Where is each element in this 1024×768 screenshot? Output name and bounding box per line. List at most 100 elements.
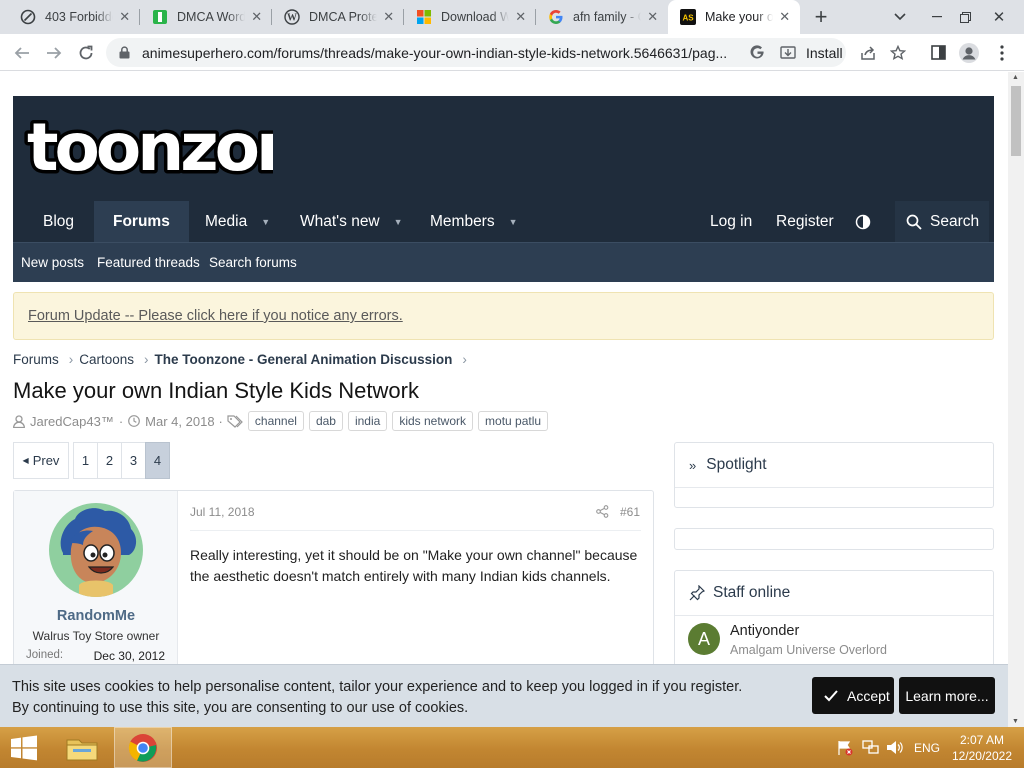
scroll-up-arrow-icon[interactable]: ▲ [1012, 74, 1019, 81]
logo-text: toonzone [27, 109, 273, 186]
scrollbar-thumb[interactable] [1011, 86, 1021, 156]
google-lens-icon[interactable] [750, 45, 765, 60]
prev-page-button[interactable]: ◀ Prev [13, 442, 69, 479]
pin-icon [689, 585, 705, 601]
page-link[interactable]: 1 [73, 442, 98, 479]
learn-more-button[interactable]: Learn more... [899, 677, 995, 714]
tab-title: 403 Forbidden [45, 10, 113, 24]
post-number[interactable]: #61 [620, 505, 640, 519]
post-username[interactable]: RandomMe [14, 608, 178, 624]
bookmark-star-icon[interactable] [886, 34, 910, 71]
share-icon[interactable] [856, 34, 880, 71]
system-clock[interactable]: 2:07 AM 12/20/2022 [952, 732, 1012, 764]
network-icon[interactable] [860, 727, 880, 768]
tab-close-icon[interactable]: ✕ [513, 9, 528, 25]
install-icon[interactable] [780, 45, 796, 60]
tag-channel[interactable]: channel [247, 411, 304, 431]
tab-close-icon[interactable]: ✕ [249, 9, 264, 25]
tab-title: afn family - Google [573, 10, 641, 24]
page-scrollbar[interactable]: ▲ ▼ [1008, 72, 1024, 727]
sub-nav: New posts Featured threads Search forums [13, 242, 994, 282]
browser-tab[interactable]: Download Windows ✕ [404, 0, 536, 34]
subnav-featured-threads[interactable]: Featured threads [97, 255, 200, 270]
style-toggle-icon[interactable] [855, 201, 871, 242]
post-user-title: Walrus Toy Store owner [32, 629, 160, 643]
browser-tab[interactable]: afn family - Google ✕ [536, 0, 668, 34]
thread-date[interactable]: Mar 4, 2018 [145, 414, 214, 429]
lock-icon[interactable] [119, 46, 130, 59]
chevron-down-icon[interactable]: ▼ [394, 217, 403, 227]
new-tab-icon[interactable]: + [808, 0, 834, 34]
forward-icon[interactable] [40, 34, 68, 71]
chrome-taskbar-icon[interactable] [114, 727, 172, 768]
browser-tab[interactable]: DMCA WordPress ✕ [140, 0, 272, 34]
toonzone-logo[interactable]: toonzone toonzone [21, 102, 274, 190]
page-link[interactable]: 3 [121, 442, 146, 479]
subnav-search-forums[interactable]: Search forums [209, 255, 297, 270]
chevron-right-icon: › [462, 352, 467, 367]
breadcrumb-item[interactable]: Forums [13, 352, 59, 367]
page-title: Make your own Indian Style Kids Network [13, 378, 419, 403]
address-bar[interactable]: animesuperhero.com/forums/threads/make-y… [106, 38, 846, 67]
staff-online-header: Staff online [675, 571, 993, 616]
windows-taskbar: ENG 2:07 AM 12/20/2022 [0, 727, 1024, 768]
tag-kids-network[interactable]: kids network [392, 411, 474, 431]
file-explorer-icon[interactable] [58, 727, 106, 768]
notice-link[interactable]: Forum Update -- Please click here if you… [28, 308, 403, 324]
url-text[interactable]: animesuperhero.com/forums/threads/make-y… [142, 45, 742, 61]
volume-icon[interactable] [884, 727, 904, 768]
browser-tab[interactable]: 403 Forbidden ✕ [8, 0, 140, 34]
svg-text:W: W [287, 13, 297, 24]
nav-members[interactable]: Members ▼ [430, 201, 518, 242]
nav-forums[interactable]: Forums [94, 201, 189, 242]
tab-close-icon[interactable]: ✕ [381, 9, 396, 25]
profile-avatar-icon[interactable] [956, 34, 982, 71]
tag-dab[interactable]: dab [308, 411, 343, 431]
avatar[interactable] [49, 503, 143, 597]
scroll-down-arrow-icon[interactable]: ▼ [1012, 718, 1019, 725]
start-button[interactable] [0, 727, 48, 768]
minimize-icon[interactable] [922, 0, 952, 34]
nav-blog[interactable]: Blog [43, 201, 74, 242]
close-window-icon[interactable]: ✕ [982, 0, 1016, 34]
install-button[interactable]: Install [806, 45, 843, 61]
page-link[interactable]: 2 [97, 442, 122, 479]
post-date[interactable]: Jul 11, 2018 [190, 505, 255, 519]
reload-icon[interactable] [72, 34, 100, 71]
tab-search-chevron-icon[interactable] [886, 0, 914, 34]
back-icon[interactable] [8, 34, 36, 71]
spotlight-header[interactable]: » Spotlight [675, 443, 993, 488]
staff-avatar[interactable]: A [688, 623, 720, 655]
more-options-icon[interactable] [990, 34, 1014, 71]
tab-close-icon[interactable]: ✕ [645, 9, 660, 25]
side-panel-icon[interactable] [926, 34, 950, 71]
subnav-new-posts[interactable]: New posts [21, 255, 84, 270]
search-button[interactable]: Search [895, 201, 990, 242]
login-link[interactable]: Log in [710, 201, 752, 242]
browser-tab-active[interactable]: AS Make your own ✕ [668, 0, 800, 34]
chevron-right-icon: › [68, 352, 74, 367]
nav-whats-new[interactable]: What's new ▼ [300, 201, 403, 242]
browser-tab[interactable]: W DMCA Protection ✕ [272, 0, 404, 34]
register-link[interactable]: Register [776, 201, 834, 242]
action-center-flag-icon[interactable] [836, 727, 854, 768]
chevron-down-icon[interactable]: ▼ [509, 217, 518, 227]
language-indicator[interactable]: ENG [912, 727, 942, 768]
share-icon[interactable] [596, 505, 609, 518]
nav-media[interactable]: Media ▼ [205, 201, 270, 242]
tab-close-icon[interactable]: ✕ [777, 9, 792, 25]
breadcrumb-item[interactable]: Cartoons [79, 352, 134, 367]
accept-cookies-button[interactable]: Accept [812, 677, 894, 714]
tag-motu-patlu[interactable]: motu patlu [478, 411, 549, 431]
clock-date: 12/20/2022 [951, 749, 1012, 763]
tab-close-icon[interactable]: ✕ [117, 9, 132, 25]
breadcrumb: Forums › Cartoons › The Toonzone - General A… [13, 352, 473, 367]
restore-icon[interactable] [950, 0, 980, 34]
breadcrumb-item[interactable]: The Toonzone - General Animation Discuss… [155, 352, 453, 367]
tag-india[interactable]: india [347, 411, 388, 431]
page-link-current[interactable]: 4 [145, 442, 170, 479]
thread-author[interactable]: JaredCap43™ [30, 414, 114, 429]
chevron-down-icon[interactable]: ▼ [261, 217, 270, 227]
animesuperhero-icon: AS [680, 9, 696, 25]
staff-name[interactable]: Antiyonder [730, 623, 799, 639]
